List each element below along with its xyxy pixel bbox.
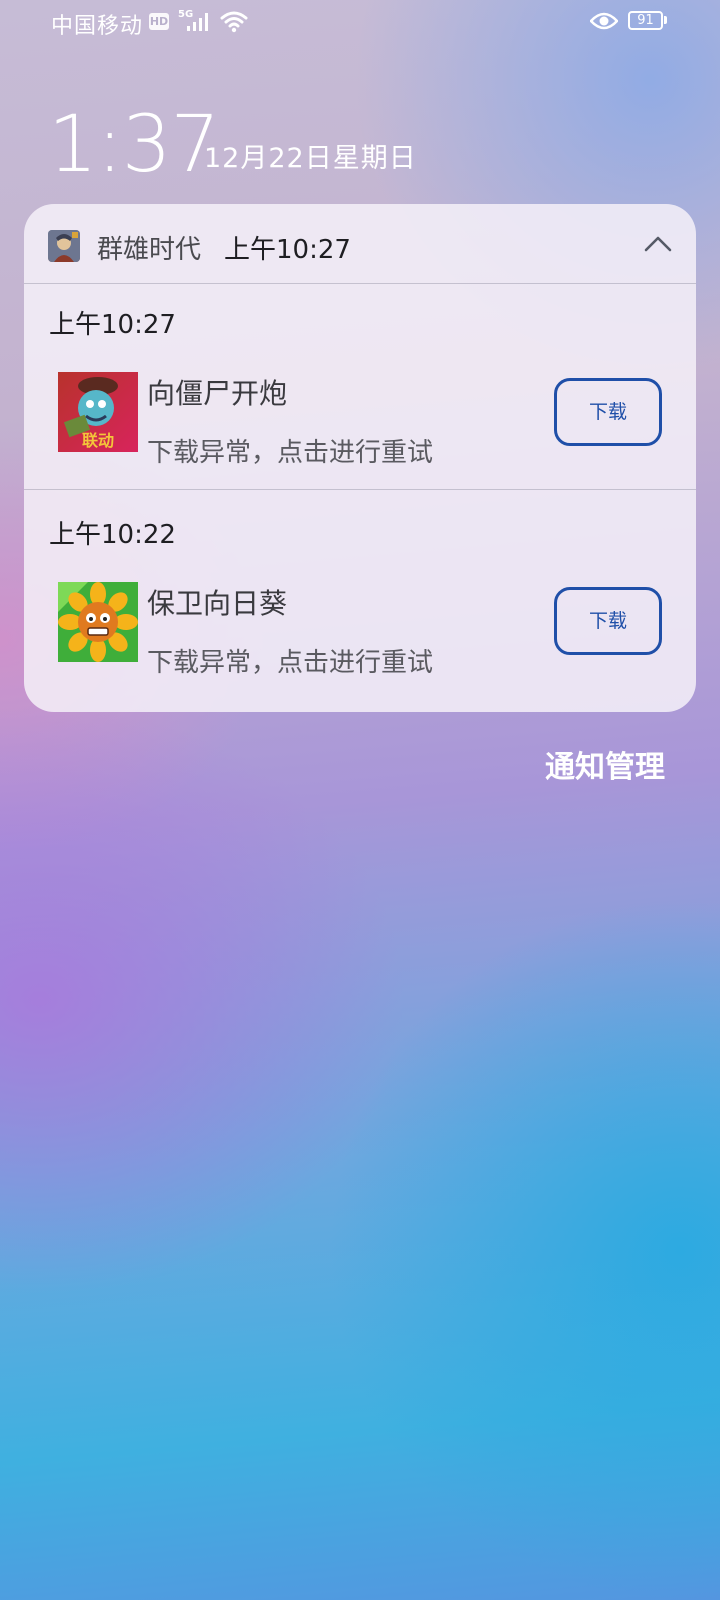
svg-text:联动: 联动 bbox=[82, 431, 114, 450]
download-button[interactable]: 下载 bbox=[554, 587, 662, 655]
item-subtitle: 下载异常，点击进行重试 bbox=[147, 648, 434, 678]
notification-manage-link[interactable]: 通知管理 bbox=[545, 742, 665, 786]
notification-time: 上午10:27 bbox=[224, 235, 351, 265]
battery-icon bbox=[664, 16, 667, 24]
notification-card[interactable]: 群雄时代 上午10:27 上午10:27 联动 向僵尸开炮 下载异常，点击进行重… bbox=[24, 204, 696, 712]
hd-badge: HD bbox=[149, 13, 169, 30]
eye-comfort-icon bbox=[590, 12, 618, 30]
signal-icon bbox=[187, 13, 208, 31]
item-divider bbox=[24, 489, 696, 490]
header-divider bbox=[24, 283, 696, 284]
wifi-icon bbox=[220, 11, 248, 33]
lockscreen-date: 12月22日星期日 bbox=[204, 143, 417, 174]
carrier-name: 中国移动 bbox=[51, 14, 144, 39]
item-subtitle: 下载异常，点击进行重试 bbox=[147, 438, 434, 468]
status-bar: 中国移动 HD 5G 91 bbox=[0, 0, 720, 44]
notification-header[interactable]: 群雄时代 上午10:27 bbox=[24, 204, 696, 284]
download-button[interactable]: 下载 bbox=[554, 378, 662, 446]
game-icon-zombie: 联动 bbox=[58, 372, 138, 452]
lockscreen-clock: 1:37 bbox=[48, 100, 220, 190]
game-icon-sunflower bbox=[58, 582, 138, 662]
chevron-up-icon[interactable] bbox=[644, 234, 672, 254]
app-icon bbox=[48, 230, 80, 262]
item-time: 上午10:27 bbox=[49, 310, 176, 340]
item-title: 向僵尸开炮 bbox=[147, 377, 288, 410]
item-time: 上午10:22 bbox=[49, 520, 176, 550]
item-title: 保卫向日葵 bbox=[147, 587, 288, 620]
app-name: 群雄时代 bbox=[97, 235, 202, 265]
battery-level: 91 bbox=[628, 11, 663, 30]
